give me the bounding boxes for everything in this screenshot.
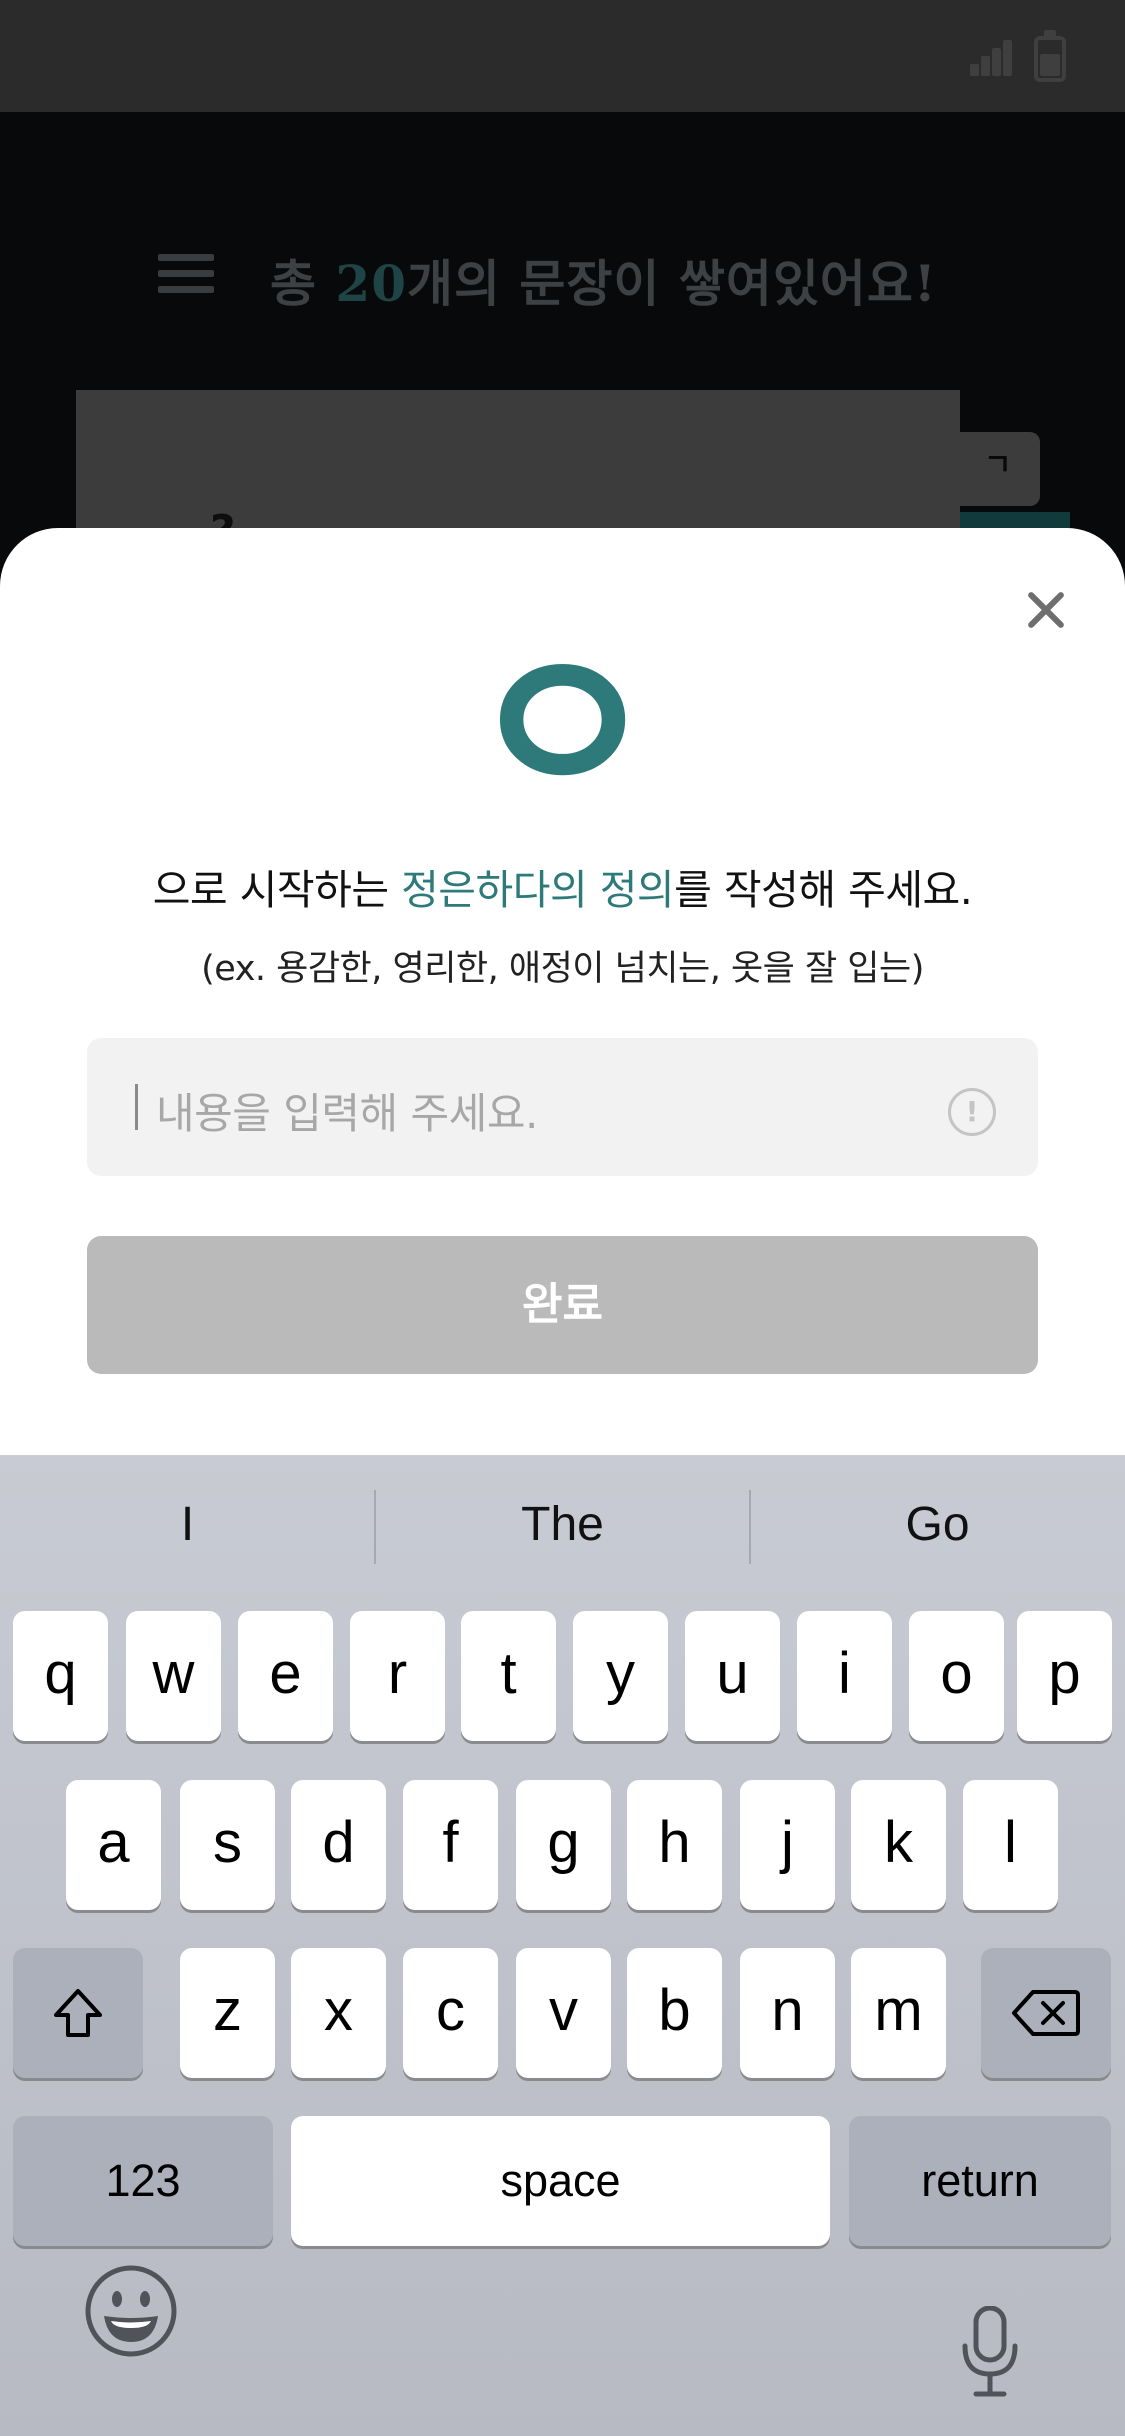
key-s[interactable]: s <box>180 1780 275 1910</box>
key-f[interactable]: f <box>403 1780 498 1910</box>
delete-icon <box>1012 1990 1080 2036</box>
key-w[interactable]: w <box>126 1611 221 1741</box>
key-e[interactable]: e <box>238 1611 333 1741</box>
key-t[interactable]: t <box>461 1611 556 1741</box>
key-q[interactable]: q <box>13 1611 108 1741</box>
numbers-key[interactable]: 123 <box>13 2116 273 2246</box>
headline-suffix: 를 작성해 주세요. <box>674 866 973 914</box>
headline-prefix: 으로 시작하는 <box>152 866 402 914</box>
key-g[interactable]: g <box>516 1780 611 1910</box>
input-placeholder: 내용을 입력해 주세요. <box>156 1089 538 1138</box>
key-k[interactable]: k <box>851 1780 946 1910</box>
key-x[interactable]: x <box>291 1948 386 2078</box>
key-p[interactable]: p <box>1017 1611 1112 1741</box>
suggestion-3[interactable]: Go <box>750 1490 1125 1560</box>
info-icon[interactable]: ! <box>948 1088 996 1136</box>
key-b[interactable]: b <box>627 1948 722 2078</box>
key-h[interactable]: h <box>627 1780 722 1910</box>
key-o[interactable]: o <box>909 1611 1004 1741</box>
sheet-headline: 으로 시작하는 정은하다의 정의를 작성해 주세요. <box>0 856 1125 916</box>
mic-icon[interactable] <box>960 2306 1020 2398</box>
key-z[interactable]: z <box>180 1948 275 2078</box>
key-j[interactable]: j <box>740 1780 835 1910</box>
signal-icon <box>970 40 1012 76</box>
text-caret <box>135 1084 138 1130</box>
status-bar <box>0 0 1125 112</box>
key-m[interactable]: m <box>851 1948 946 2078</box>
key-i[interactable]: i <box>797 1611 892 1741</box>
done-button[interactable]: 완료 <box>87 1236 1038 1374</box>
background-title: 총 20개의 문장이 쌓여있어요! <box>270 254 937 313</box>
suggestion-1[interactable]: I <box>0 1490 375 1560</box>
key-u[interactable]: u <box>685 1611 780 1741</box>
headline-accent: 정은하다의 정의 <box>401 866 675 914</box>
suggestion-2[interactable]: The <box>375 1490 750 1560</box>
battery-icon <box>1034 30 1066 82</box>
shift-icon <box>54 1989 102 2037</box>
shift-key[interactable] <box>13 1948 143 2078</box>
key-d[interactable]: d <box>291 1780 386 1910</box>
menu-icon <box>158 254 214 294</box>
key-l[interactable]: l <box>963 1780 1058 1910</box>
key-y[interactable]: y <box>573 1611 668 1741</box>
example-text: (ex. 용감한, 영리한, 애정이 넘치는, 옷을 잘 입는) <box>201 949 924 989</box>
delete-key[interactable] <box>981 1948 1111 2078</box>
background-tag: ㄱ <box>950 432 1040 506</box>
space-key[interactable]: space <box>291 2116 830 2246</box>
key-c[interactable]: c <box>403 1948 498 2078</box>
key-n[interactable]: n <box>740 1948 835 2078</box>
emoji-icon[interactable] <box>84 2264 178 2358</box>
key-r[interactable]: r <box>350 1611 445 1741</box>
initial-letter: ㅇ <box>465 602 660 849</box>
return-key[interactable]: return <box>849 2116 1111 2246</box>
key-v[interactable]: v <box>516 1948 611 2078</box>
key-a[interactable]: a <box>66 1780 161 1910</box>
